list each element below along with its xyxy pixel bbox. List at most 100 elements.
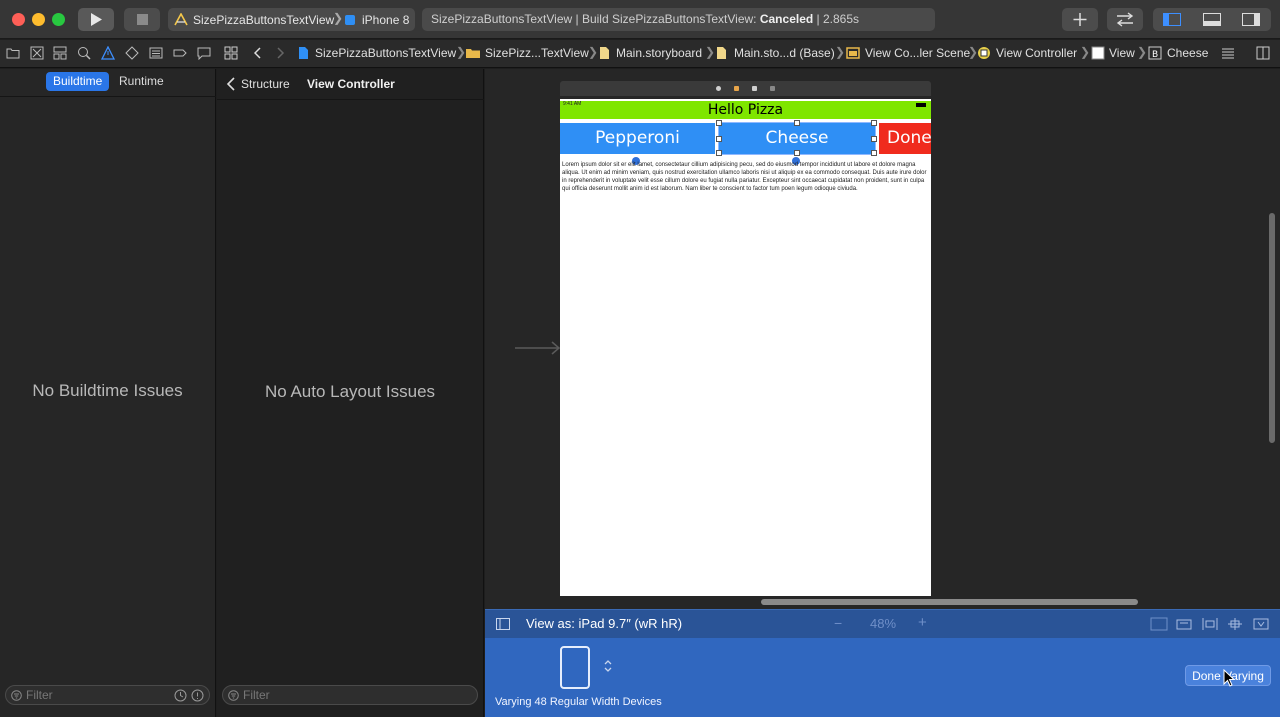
breadcrumb-cheese[interactable]: Cheese [1167,46,1208,60]
view-as-label[interactable]: View as: iPad 9.7″ (wR hR) [526,616,682,631]
varying-caption: Varying 48 Regular Width Devices [495,696,662,708]
chevron-right-icon: ❯ [333,11,344,25]
add-constraints-icon[interactable] [1226,617,1244,631]
storyboard-file-icon [600,47,609,59]
editor-options-icon[interactable] [1221,46,1235,60]
resize-handle[interactable] [871,150,877,156]
minimize-window-button[interactable] [32,13,45,26]
storyboard-canvas[interactable]: 9:41 AM Hello Pizza Pepperoni Cheese Don… [485,69,1280,609]
tab-runtime[interactable]: Runtime [112,72,171,91]
resize-handle[interactable] [794,120,800,126]
button-icon: B [1148,46,1162,60]
storyboard-reference-dock-icon[interactable] [770,86,775,91]
structure-back-button[interactable]: Structure [241,77,290,91]
breadcrumb-base[interactable]: Main.sto...d (Base) [734,46,835,60]
add-editor-icon[interactable] [1256,46,1270,60]
breadcrumb-storyboard[interactable]: Main.storyboard [616,46,702,60]
vertical-scrollbar[interactable] [1269,213,1275,443]
outline-filter-field[interactable]: Filter [222,685,478,705]
close-window-button[interactable] [12,13,25,26]
play-icon [91,13,102,26]
debug-area-toggle-icon[interactable] [1203,13,1221,26]
filter-icon [228,690,239,701]
chevron-right-icon: ❯ [1080,45,1091,59]
issue-navigator: Buildtime Runtime No Buildtime Issues Fi… [0,69,216,717]
divider [217,99,484,100]
align-icon[interactable] [1201,617,1219,631]
breakpoint-icon[interactable] [173,46,187,60]
source-control-icon[interactable] [30,46,44,60]
library-button[interactable] [1062,8,1098,31]
orientation-stepper-icon[interactable] [603,659,613,673]
window-toolbar: SizePizzaButtonsTextView ❯ iPhone 8 Size… [0,0,1280,39]
breadcrumb-project[interactable]: SizePizzaButtonsTextView [315,46,456,60]
svg-text:B: B [1152,50,1158,60]
done-button[interactable]: Done [879,123,931,154]
report-bubble-icon[interactable] [197,46,211,60]
update-frames-icon[interactable] [1150,617,1168,631]
inspector-toggle-icon[interactable] [1242,13,1260,26]
folder-icon [466,49,480,58]
related-items-grid-icon[interactable] [224,46,238,60]
breadcrumb-scene[interactable]: View Co...ler Scene [865,46,970,60]
resize-handle[interactable] [794,150,800,156]
navigation-bar: 9:41 AM Hello Pizza [560,101,931,119]
resize-handle[interactable] [716,120,722,126]
clock-icon[interactable] [174,689,187,702]
symbol-hierarchy-icon[interactable] [53,46,67,60]
back-arrow-icon[interactable] [251,46,265,60]
issues-filter-field[interactable]: Filter [5,685,210,705]
code-review-button[interactable] [1107,8,1143,31]
view-as-bar: View as: iPad 9.7″ (wR hR) − 48% + [485,609,1280,638]
resize-handle[interactable] [871,136,877,142]
breadcrumb-group[interactable]: SizePizz...TextView [485,46,589,60]
embed-in-icon[interactable] [1175,617,1193,631]
scheme-selector[interactable]: SizePizzaButtonsTextView ❯ iPhone 8 [168,8,415,31]
view-controller-dock-icon[interactable] [716,86,721,91]
navigator-toggle-icon[interactable] [1163,13,1181,26]
zoom-window-button[interactable] [52,13,65,26]
exit-dock-icon[interactable] [752,86,757,91]
panel-title: View Controller [307,77,395,91]
warning-filter-icon[interactable] [191,689,204,702]
breadcrumb-view[interactable]: View [1109,46,1135,60]
nav-title: Hello Pizza [707,102,784,118]
zoom-out-button[interactable]: − [834,615,842,631]
pepperoni-button[interactable]: Pepperoni [560,123,715,154]
ipad-device-icon[interactable] [560,646,590,689]
mouse-cursor-icon [1223,669,1236,687]
varying-traits-bar: Varying 48 Regular Width Devices Done Va… [485,638,1280,717]
zoom-level: 48% [870,616,897,631]
view-icon [1091,46,1105,60]
tab-buildtime[interactable]: Buildtime [46,72,110,91]
search-icon[interactable] [77,46,91,60]
run-button[interactable] [78,8,114,31]
chevron-right-icon: ❯ [588,45,599,59]
stop-button[interactable] [124,8,160,31]
entry-point-arrow-icon[interactable] [515,341,561,355]
zoom-in-button[interactable]: + [918,614,927,631]
resolve-issues-icon[interactable] [1252,617,1270,631]
empty-state-message: No Buildtime Issues [32,381,183,400]
resize-handle[interactable] [871,120,877,126]
outline-toggle-icon[interactable] [496,618,510,630]
folder-icon[interactable] [6,46,20,60]
lorem-text-view[interactable]: Lorem ipsum dolor sit er elit lamet, con… [562,161,929,193]
chevron-right-icon: ❯ [1137,45,1148,59]
breadcrumb-view-controller[interactable]: View Controller [996,46,1077,60]
stop-icon [137,14,148,25]
filter-placeholder: Filter [243,688,270,702]
activity-time: | 2.865s [813,12,860,26]
resize-handle[interactable] [716,150,722,156]
scheme-target-label: SizePizzaButtonsTextView [193,13,335,27]
horizontal-scrollbar[interactable] [761,599,1138,605]
test-diamond-icon[interactable] [125,46,139,60]
resize-handle[interactable] [716,136,722,142]
activity-status: Canceled [759,12,814,26]
debug-list-icon[interactable] [149,46,163,60]
first-responder-dock-icon[interactable] [734,86,739,91]
chevron-left-icon[interactable] [226,77,236,91]
scene-dock[interactable] [560,81,931,96]
forward-arrow-icon[interactable] [273,46,287,60]
issue-warning-icon[interactable] [101,46,115,60]
